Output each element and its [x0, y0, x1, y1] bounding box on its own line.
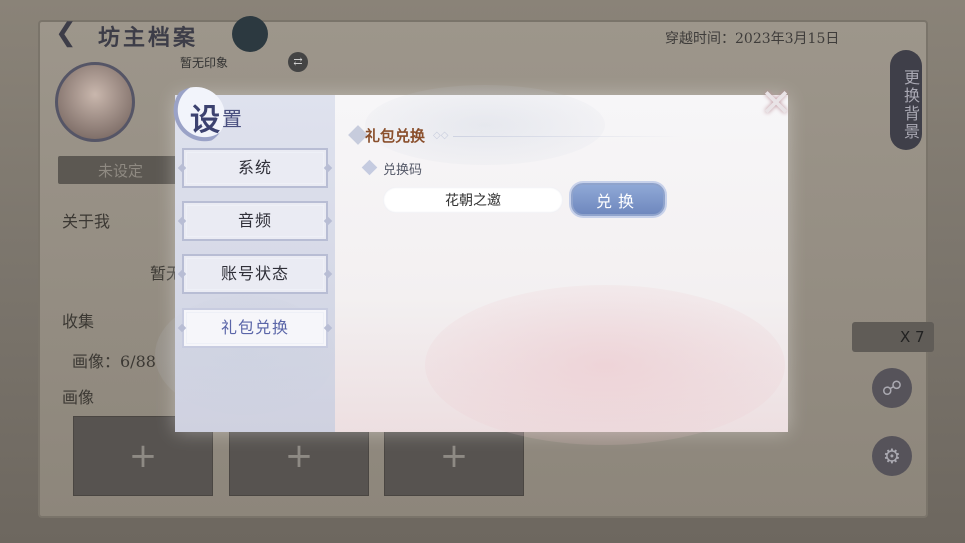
section-divider: [453, 136, 683, 137]
diamond-ornament-icon: ◇◇: [433, 130, 449, 141]
redeem-button[interactable]: 兑换: [571, 183, 665, 216]
tab-system[interactable]: 系统: [182, 148, 328, 188]
add-icon: +: [439, 436, 469, 476]
change-background-button[interactable]: 更换背景: [890, 50, 922, 150]
tab-account-status[interactable]: 账号状态: [182, 254, 328, 294]
add-icon: +: [284, 436, 314, 476]
house-icon[interactable]: [232, 16, 268, 52]
redeem-code-label: 兑换码: [383, 163, 423, 178]
avatar[interactable]: [55, 62, 135, 142]
about-label: 关于我: [62, 212, 111, 231]
tab-gift-redeem[interactable]: 礼包兑换: [182, 308, 328, 348]
tab-audio[interactable]: 音频: [182, 201, 328, 241]
key-count: X 7: [900, 328, 925, 346]
swap-icon[interactable]: ⇄: [288, 52, 308, 72]
dialog-title: 设: [190, 103, 220, 138]
portrait-count: 画像：6/88: [72, 352, 156, 371]
settings-dialog: 设 置 系统 音频 账号状态 礼包兑换 礼包兑换 ◇◇ 兑换码 兑换 ✕: [155, 83, 792, 445]
section-title: 礼包兑换: [365, 127, 426, 145]
profile-title: 坊主档案: [98, 25, 199, 51]
travel-time-label: 穿越时间：2023年3月15日: [665, 31, 840, 47]
unset-badge[interactable]: 未设定: [58, 156, 178, 184]
impression-label: 暂无印象: [180, 56, 229, 70]
close-icon[interactable]: ✕: [756, 83, 796, 123]
collect-label: 收集: [62, 312, 95, 331]
portrait-label: 画像: [62, 388, 95, 407]
back-icon[interactable]: ❮: [55, 18, 87, 50]
dialog-title-suffix: 置: [222, 107, 242, 131]
settings-sidebar: 设 置 系统 音频 账号状态 礼包兑换: [155, 87, 335, 432]
key-counter: X 7: [852, 322, 934, 352]
add-icon: +: [128, 436, 158, 476]
share-icon[interactable]: ☍: [872, 368, 912, 408]
gear-icon[interactable]: ⚙: [872, 436, 912, 476]
redeem-code-input[interactable]: [383, 187, 563, 213]
blossom-decoration: [425, 285, 785, 445]
